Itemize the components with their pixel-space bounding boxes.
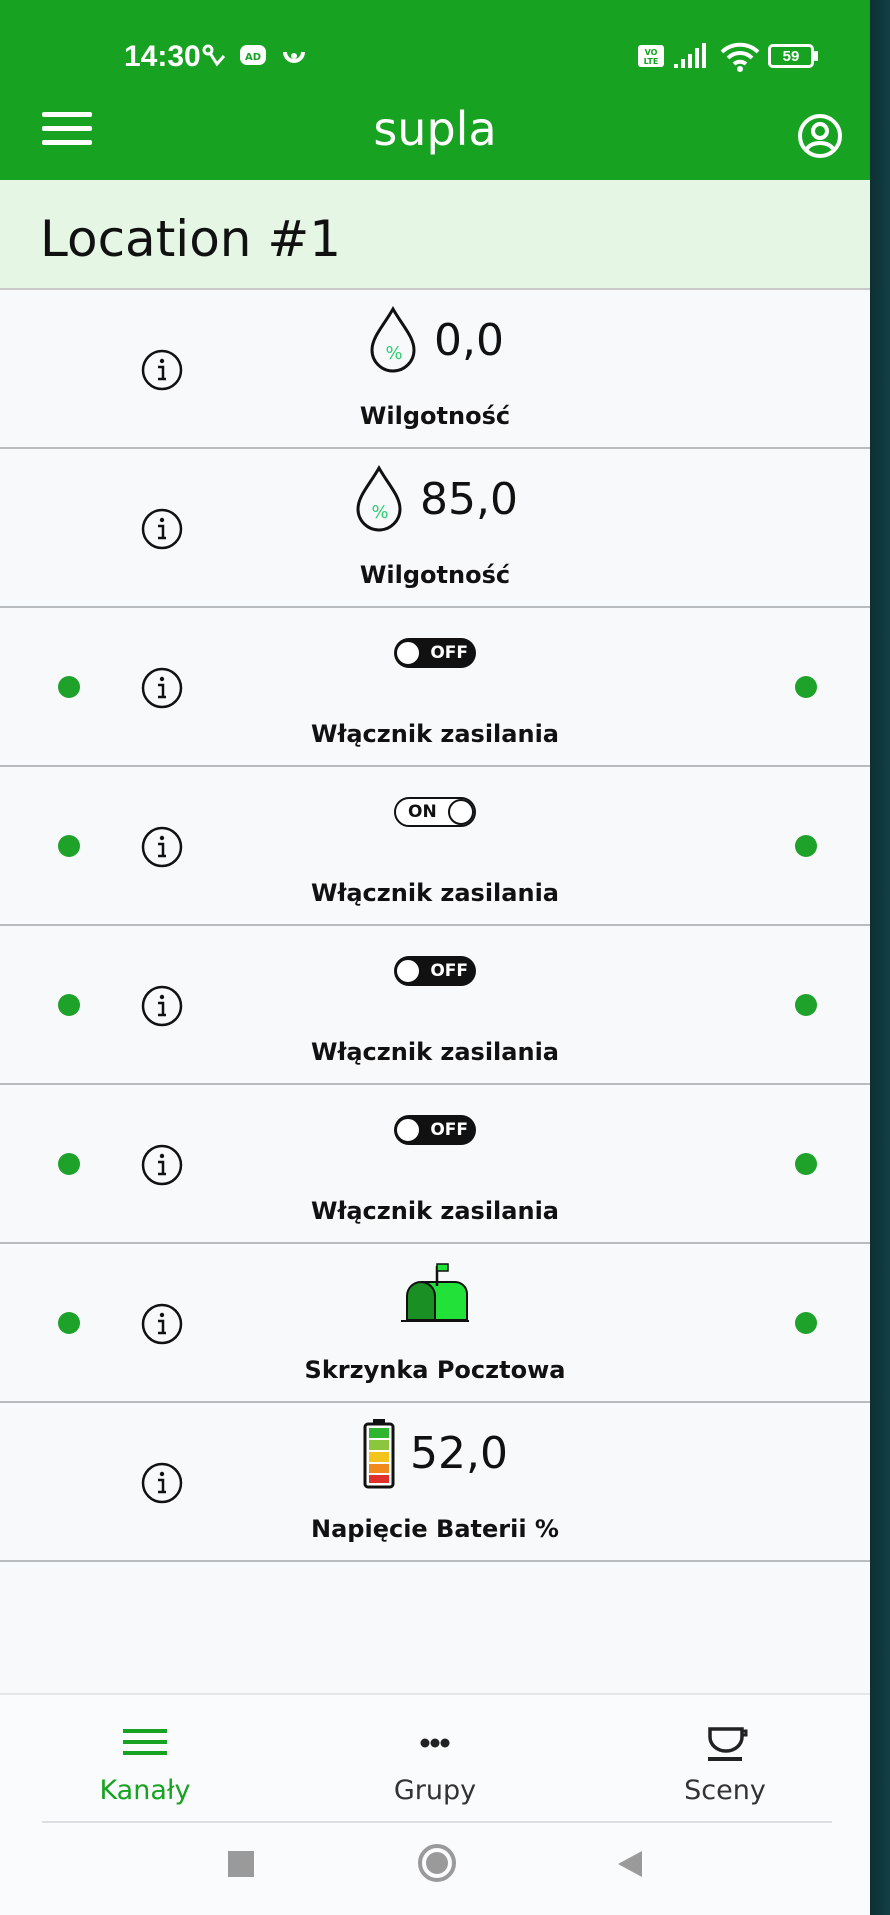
screen-edge xyxy=(870,0,890,1915)
battery-level-icon xyxy=(363,1419,395,1489)
channel-caption: Napięcie Baterii % xyxy=(311,1515,559,1543)
channel-row-humidity[interactable]: % 85,0 Wilgotność xyxy=(0,449,870,608)
connection-status-dot xyxy=(795,676,817,698)
system-navigation xyxy=(0,1823,870,1915)
svg-text:%: % xyxy=(371,502,388,523)
volte-icon: VO LTE xyxy=(638,45,664,67)
connection-status-dot xyxy=(795,835,817,857)
channel-caption: Włącznik zasilania xyxy=(310,720,559,748)
battery-value: 52,0 xyxy=(410,1427,508,1479)
power-toggle[interactable]: ON xyxy=(394,797,476,827)
channel-caption: Skrzynka Pocztowa xyxy=(304,1356,566,1384)
toggle-state: OFF xyxy=(430,1120,468,1140)
nav-item-scenes[interactable]: Sceny xyxy=(580,1695,870,1823)
channel-row-switch[interactable]: OFF Włącznik zasilania xyxy=(0,1085,870,1244)
toggle-knob xyxy=(395,640,421,666)
svg-text:%: % xyxy=(385,343,402,364)
top-bar: 14:30 AD VO LTE 59 supla xyxy=(0,0,870,180)
app-notification-icon xyxy=(283,51,305,63)
nav-item-groups[interactable]: Grupy xyxy=(290,1695,580,1823)
connection-status-dot xyxy=(795,994,817,1016)
power-toggle[interactable]: OFF xyxy=(394,638,476,668)
mailbox-icon xyxy=(401,1263,469,1322)
toggle-state: OFF xyxy=(430,643,468,663)
connection-status-dot xyxy=(795,1153,817,1175)
channel-row-humidity[interactable]: % 0,0 Wilgotność xyxy=(0,290,870,449)
channel-row-switch[interactable]: OFF Włącznik zasilania xyxy=(0,926,870,1085)
nav-label: Grupy xyxy=(393,1775,477,1806)
channel-caption: Wilgotność xyxy=(359,402,511,430)
humidity-drop-icon: % xyxy=(356,464,402,532)
app-title: supla xyxy=(373,102,497,156)
toggle-knob xyxy=(395,1117,421,1143)
svg-text:VO: VO xyxy=(645,48,658,57)
status-time: 14:30 xyxy=(124,40,201,73)
location-label: Location #1 xyxy=(40,210,342,268)
channel-caption: Włącznik zasilania xyxy=(310,1038,559,1066)
humidity-value: 0,0 xyxy=(434,314,504,366)
connection-status-dot xyxy=(58,994,80,1016)
back-icon[interactable] xyxy=(614,1847,648,1881)
toggle-state: ON xyxy=(408,802,437,822)
power-toggle[interactable]: OFF xyxy=(394,1115,476,1145)
dots-icon xyxy=(420,1738,450,1748)
connection-status-dot xyxy=(795,1312,817,1334)
power-toggle[interactable]: OFF xyxy=(394,956,476,986)
connection-status-dot xyxy=(58,676,80,698)
nav-label: Kanały xyxy=(99,1775,191,1806)
nav-item-channels[interactable]: Kanały xyxy=(0,1695,290,1823)
account-icon[interactable] xyxy=(796,112,844,160)
ad-icon: AD xyxy=(240,45,266,65)
channel-caption: Wilgotność xyxy=(359,561,511,589)
svg-text:LTE: LTE xyxy=(644,57,659,66)
wifi-icon xyxy=(720,42,760,72)
channel-list: % 0,0 Wilgotność % 85,0 Wilgotność OFF W… xyxy=(0,290,870,1562)
connection-status-dot xyxy=(58,835,80,857)
battery-tip xyxy=(814,51,818,61)
recent-apps-icon[interactable] xyxy=(228,1851,254,1877)
channel-caption: Włącznik zasilania xyxy=(310,879,559,907)
humidity-drop-icon: % xyxy=(370,305,416,373)
svg-text:AD: AD xyxy=(245,52,261,63)
toggle-state: OFF xyxy=(430,961,468,981)
scene-cup-icon xyxy=(708,1727,748,1761)
location-header[interactable]: Location #1 xyxy=(0,180,870,290)
app-bar: supla xyxy=(0,90,870,180)
battery-status-icon: 59 xyxy=(768,44,814,68)
status-bar: 14:30 AD VO LTE 59 xyxy=(0,0,870,100)
app-screen: 14:30 AD VO LTE 59 supla Location #1 % 0… xyxy=(0,0,870,1915)
signal-icon xyxy=(674,43,706,68)
channel-row-switch[interactable]: ON Włącznik zasilania xyxy=(0,767,870,926)
channel-row-battery[interactable]: 52,0 Napięcie Baterii % xyxy=(0,1403,870,1562)
channel-row-switch[interactable]: OFF Włącznik zasilania xyxy=(0,608,870,767)
nfc-icon xyxy=(202,44,226,67)
connection-status-dot xyxy=(58,1153,80,1175)
toggle-knob xyxy=(448,799,474,825)
battery-level-text: 59 xyxy=(782,48,800,65)
list-icon xyxy=(123,1729,167,1755)
nav-label: Sceny xyxy=(684,1775,766,1806)
humidity-value: 85,0 xyxy=(420,473,518,525)
toggle-knob xyxy=(395,958,421,984)
channel-row-mailbox[interactable]: Skrzynka Pocztowa xyxy=(0,1244,870,1403)
bottom-navigation: Kanały Grupy Sceny xyxy=(0,1693,870,1823)
channel-caption: Włącznik zasilania xyxy=(310,1197,559,1225)
home-icon[interactable] xyxy=(417,1843,457,1883)
